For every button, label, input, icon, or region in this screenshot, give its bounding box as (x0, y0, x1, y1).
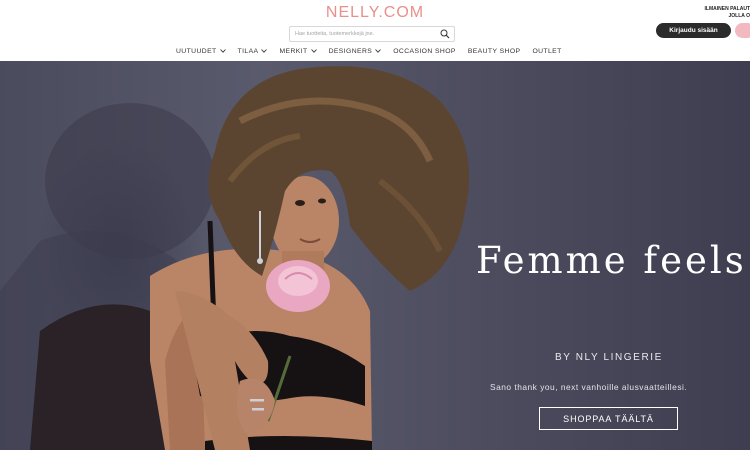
shop-now-button[interactable]: SHOPPAA TÄÄLTÄ (539, 407, 678, 430)
chevron-down-icon (261, 49, 268, 53)
nav-item-merkit[interactable]: MERKIT (279, 47, 317, 55)
search-box[interactable] (289, 26, 455, 42)
shopping-bag-button[interactable] (735, 23, 750, 38)
nav-item-label: OCCASION SHOP (393, 47, 456, 55)
nav-item-occasion-shop[interactable]: OCCASION SHOP (393, 48, 456, 55)
nav-item-designers[interactable]: DESIGNERS (329, 48, 382, 55)
hero-banner[interactable]: Femme feels BY NLY LINGERIE Sano thank y… (0, 61, 750, 450)
hero-title: Femme feels (476, 239, 747, 282)
nav-item-label: OUTLET (532, 47, 562, 55)
search-icon[interactable] (440, 29, 450, 39)
search-input[interactable] (290, 27, 441, 41)
chevron-down-icon (219, 49, 226, 53)
nav-item-label: DESIGNERS (328, 47, 373, 55)
nav-item-beauty-shop[interactable]: BEAUTY SHOP (468, 48, 521, 55)
login-button[interactable]: Kirjaudu sisään (656, 23, 731, 38)
nav-item-tilaa[interactable]: TILAA (238, 48, 268, 55)
site-logo[interactable]: NELLY.COM (0, 4, 750, 22)
nav-item-outlet[interactable]: OUTLET (532, 48, 561, 55)
nav-item-label: BEAUTY SHOP (467, 47, 521, 55)
hero-tagline: Sano thank you, next vanhoille alusvaatt… (490, 382, 688, 392)
promo-line-2: JOLLA O (728, 13, 750, 19)
hero-subtitle: BY NLY LINGERIE (555, 352, 663, 363)
nav-item-label: UUTUUDET (176, 47, 217, 55)
promo-line-1: ILMAINEN PALAUT (704, 6, 750, 12)
nav-item-label: MERKIT (279, 47, 308, 55)
chevron-down-icon (310, 49, 317, 53)
nav-item-label: TILAA (237, 47, 259, 55)
site-header: NELLY.COM ILMAINEN PALAUT JOLLA O Kirjau… (0, 0, 750, 62)
nav-item-uutuudet[interactable]: UUTUUDET (176, 48, 226, 55)
chevron-down-icon (375, 49, 382, 53)
free-returns-promo: ILMAINEN PALAUT JOLLA O (705, 6, 750, 20)
main-nav: UUTUUDET TILAA MERKIT DESIGNERS OCCASION… (176, 46, 574, 56)
